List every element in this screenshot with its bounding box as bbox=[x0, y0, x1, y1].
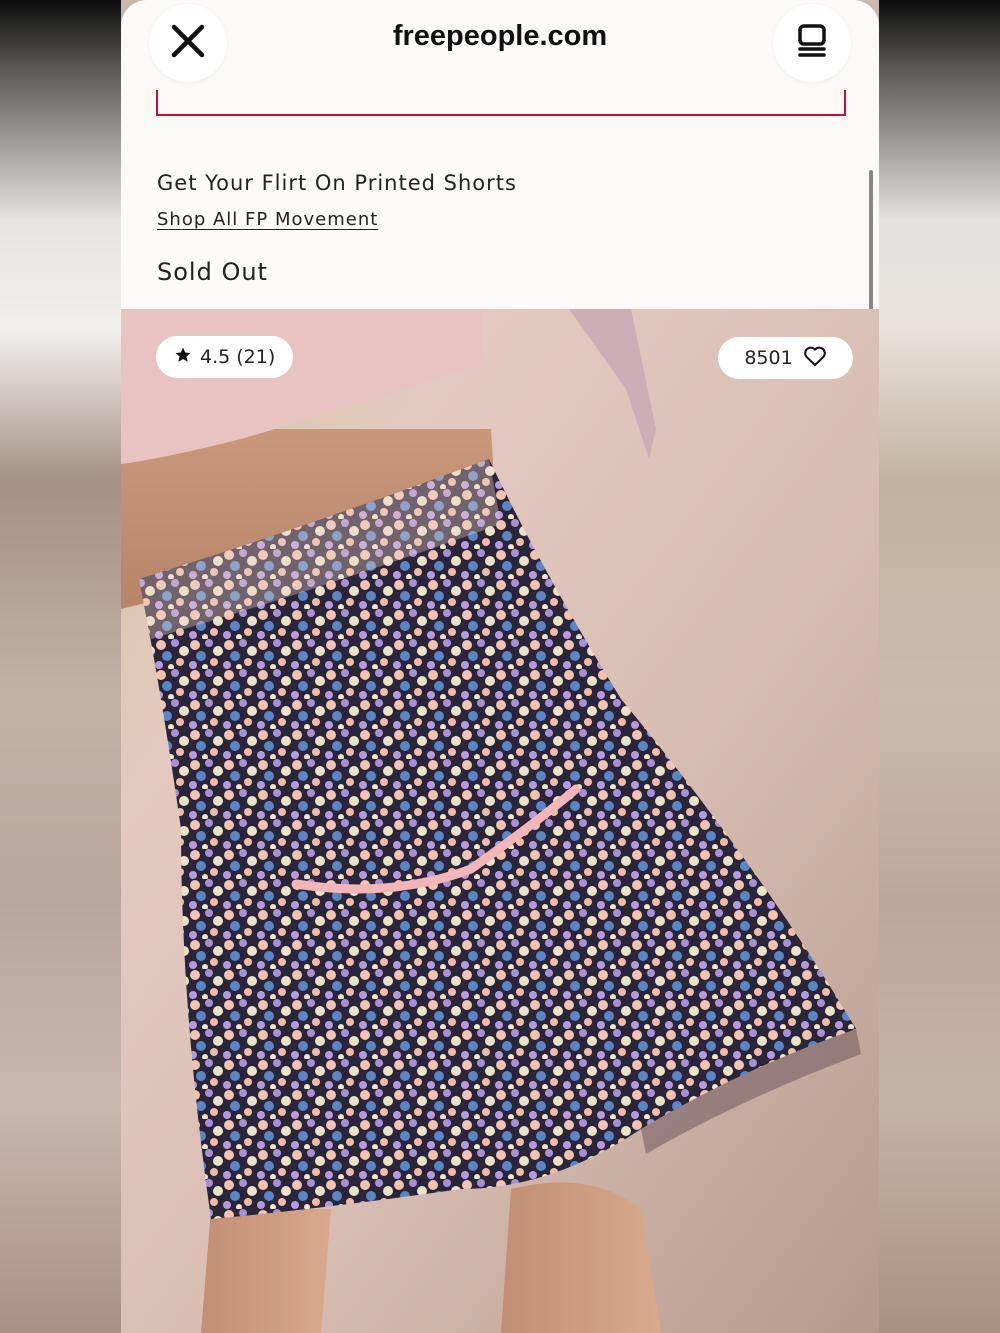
backdrop-right bbox=[879, 0, 1000, 1333]
availability-status: Sold Out bbox=[157, 258, 268, 286]
tabs-icon bbox=[796, 24, 828, 62]
browser-header: freepeople.com bbox=[121, 0, 879, 88]
shop-collection-link[interactable]: Shop All FP Movement bbox=[157, 209, 378, 230]
rating-text: 4.5 (21) bbox=[200, 346, 276, 368]
star-icon bbox=[174, 346, 192, 369]
heart-icon bbox=[803, 345, 827, 372]
browser-sheet: freepeople.com Get Your Flirt On Printed… bbox=[121, 0, 879, 1333]
like-count: 8501 bbox=[744, 347, 793, 369]
backdrop-left bbox=[0, 0, 121, 1333]
rating-badge[interactable]: 4.5 (21) bbox=[156, 336, 294, 378]
promo-banner-border bbox=[156, 90, 846, 116]
site-domain: freepeople.com bbox=[392, 20, 608, 52]
scrollbar[interactable] bbox=[869, 170, 873, 332]
product-image[interactable] bbox=[121, 309, 879, 1333]
favorite-button[interactable]: 8501 bbox=[718, 337, 853, 379]
product-title: Get Your Flirt On Printed Shorts bbox=[157, 171, 517, 195]
tabs-button[interactable] bbox=[773, 4, 851, 82]
